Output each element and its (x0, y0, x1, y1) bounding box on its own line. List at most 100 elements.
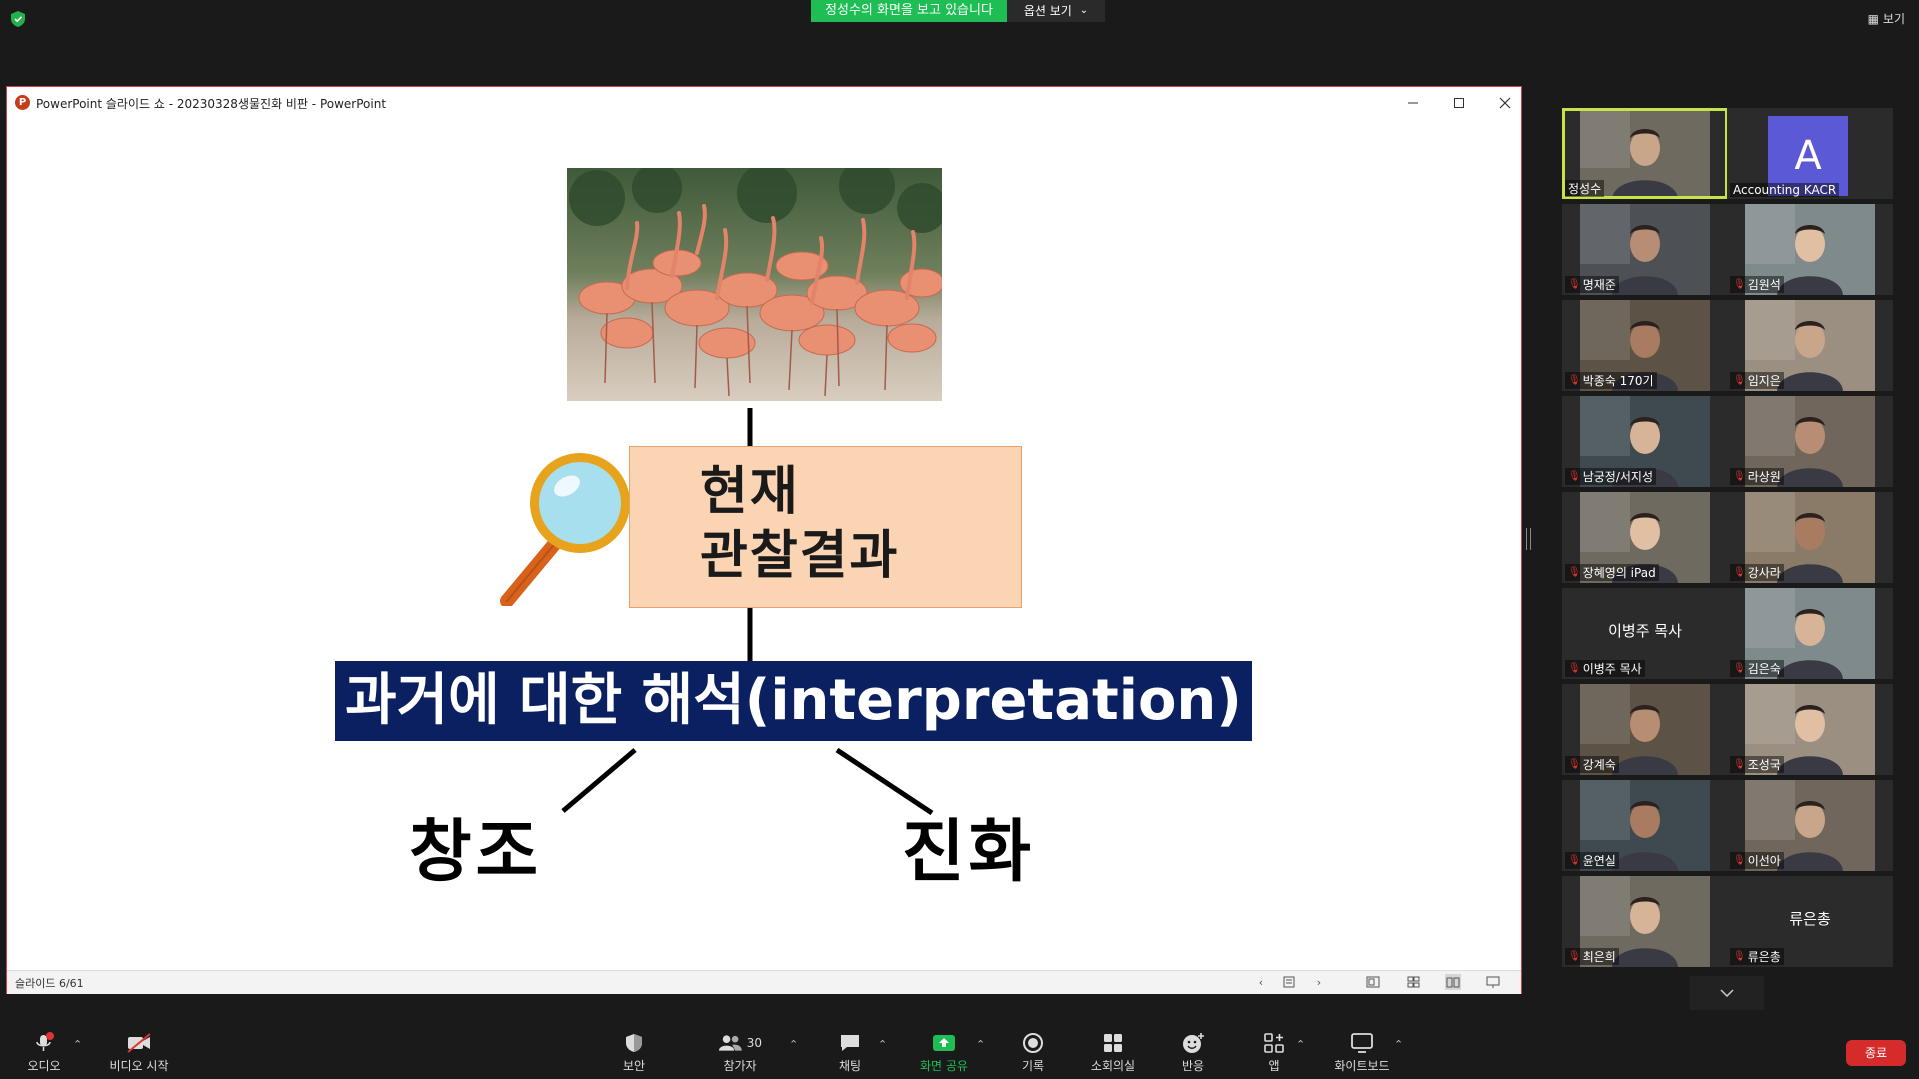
participant-name-label: 🎙 남궁정/서지성 (1565, 468, 1656, 485)
video-label: 비디오 시작 (109, 1059, 169, 1073)
participant-name-label: 🎙 박종숙 170기 (1565, 372, 1657, 389)
chat-options-caret[interactable]: ⌃ (878, 1038, 887, 1051)
participant-tile[interactable]: 🎙 조성국 (1727, 684, 1893, 775)
participant-tile[interactable]: 🎙 박종숙 170기 (1562, 300, 1728, 391)
chat-button[interactable]: 채팅 (828, 1032, 872, 1074)
participant-name-label: 🎙 윤연실 (1565, 852, 1619, 869)
gallery-view-icon: ▦ (1867, 11, 1879, 26)
chevron-down-icon (1720, 989, 1734, 997)
encryption-shield-icon[interactable] (11, 11, 25, 27)
breakout-rooms-button[interactable]: 소회의실 (1086, 1032, 1140, 1074)
slideshow-view-button[interactable] (1485, 974, 1501, 990)
participant-name: 라상원 (1747, 470, 1781, 484)
view-options-label: 옵션 보기 (1023, 4, 1072, 18)
share-options-caret[interactable]: ⌃ (976, 1038, 985, 1051)
video-off-icon (127, 1033, 151, 1053)
breakout-label: 소회의실 (1090, 1059, 1136, 1073)
reactions-button[interactable]: 반응 (1171, 1032, 1215, 1074)
powerpoint-icon: P (15, 95, 30, 110)
participant-name: Accounting KACR (1733, 183, 1837, 197)
normal-view-button[interactable] (1365, 974, 1381, 990)
participant-name: 최은희 (1582, 950, 1616, 964)
participant-tile[interactable]: 🎙 장혜영의 iPad (1562, 492, 1728, 583)
mic-muted-icon: 🎙 (1733, 375, 1746, 386)
whiteboard-options-caret[interactable]: ⌃ (1394, 1038, 1403, 1051)
mic-muted-icon: 🎙 (1733, 759, 1746, 770)
view-options-button[interactable]: 옵션 보기 ⌄ (1007, 0, 1105, 22)
participant-name-label: 🎙 류은총 (1730, 948, 1784, 965)
participant-name: 김은숙 (1747, 662, 1781, 676)
participant-tile[interactable]: 🎙 강사라 (1727, 492, 1893, 583)
participant-name: 강계숙 (1582, 758, 1616, 772)
presentation-icon (1486, 976, 1500, 988)
participant-tile[interactable]: 🎙 이선아 (1727, 780, 1893, 871)
participant-tile[interactable]: 정성수 (1562, 108, 1728, 199)
participant-display-name: 류은총 (1789, 910, 1831, 928)
end-meeting-button[interactable]: 종료 (1846, 1040, 1906, 1066)
slide-canvas[interactable]: 현재 관찰결과 과거에 대한 해석(interpretation) 창조 진화 (7, 118, 1521, 970)
participant-tile[interactable]: 🎙 명재준 (1562, 204, 1728, 295)
participant-tile[interactable]: 🎙 최은희 (1562, 876, 1728, 967)
participant-tile[interactable]: 🎙 김원석 (1727, 204, 1893, 295)
screen-share-banner: 정성수의 화면을 보고 있습니다 (811, 0, 1007, 22)
grid-icon (1407, 976, 1419, 988)
participant-tile[interactable]: A Accounting KACR (1727, 108, 1893, 199)
participant-tile[interactable]: 🎙 남궁정/서지성 (1562, 396, 1728, 487)
record-button[interactable]: 기록 (1011, 1032, 1055, 1074)
mic-muted-icon: 🎙 (1733, 951, 1746, 962)
participant-name-label: 🎙 강사라 (1730, 564, 1784, 581)
audio-button[interactable]: 오디오 (22, 1032, 66, 1074)
security-button[interactable]: 보안 (612, 1032, 656, 1074)
slide-sorter-button[interactable] (1405, 974, 1421, 990)
apps-label: 앱 (1268, 1059, 1280, 1073)
participant-tile[interactable]: 🎙 강계숙 (1562, 684, 1728, 775)
security-label: 보안 (622, 1059, 646, 1073)
apps-button[interactable]: 앱 (1252, 1032, 1296, 1074)
participant-tile[interactable]: 🎙 윤연실 (1562, 780, 1728, 871)
whiteboard-icon (1351, 1033, 1373, 1053)
participant-name: 이선아 (1747, 854, 1781, 868)
reactions-label: 반응 (1181, 1059, 1205, 1073)
participants-button[interactable]: 30 참가자 (718, 1032, 762, 1074)
mic-muted-icon: 🎙 (1568, 663, 1581, 674)
book-icon (1446, 977, 1460, 988)
gallery-scroll-down-button[interactable] (1690, 976, 1764, 1010)
apps-options-caret[interactable]: ⌃ (1296, 1038, 1305, 1051)
observation-text-line2: 관찰결과 (700, 526, 900, 586)
minimize-button[interactable] (1390, 87, 1436, 118)
slides-icon (1283, 976, 1295, 988)
next-slide-button[interactable]: › (1311, 974, 1327, 990)
slide-counter: 슬라이드 6/61 (15, 977, 84, 990)
audio-options-caret[interactable]: ⌃ (73, 1038, 82, 1051)
whiteboard-button[interactable]: 화이트보드 (1330, 1032, 1394, 1074)
record-icon (1023, 1033, 1043, 1053)
mic-muted-icon: 🎙 (1733, 663, 1746, 674)
participant-name-label: 🎙 이병주 목사 (1565, 660, 1645, 677)
share-screen-button[interactable]: 화면 공유 (916, 1032, 972, 1074)
apps-icon (1264, 1033, 1284, 1053)
participant-tile[interactable]: 🎙 김은숙 (1727, 588, 1893, 679)
chevron-left-icon: ‹ (1258, 975, 1264, 989)
close-button[interactable] (1482, 87, 1528, 118)
participant-tile[interactable]: 류은총 🎙 류은총 (1727, 876, 1893, 967)
reading-view-button[interactable] (1445, 974, 1461, 990)
mic-muted-icon: 🎙 (1568, 855, 1581, 866)
view-toggle-button[interactable]: ▦ 보기 (1868, 10, 1905, 27)
participant-name: 윤연실 (1582, 854, 1616, 868)
participants-options-caret[interactable]: ⌃ (789, 1038, 798, 1051)
mic-muted-icon: 🎙 (1568, 951, 1581, 962)
participant-name: 강사라 (1747, 566, 1781, 580)
start-video-button[interactable]: 비디오 시작 (104, 1032, 174, 1074)
participant-tile[interactable]: 이병주 목사 🎙 이병주 목사 (1562, 588, 1728, 679)
participant-tile[interactable]: 🎙 라상원 (1727, 396, 1893, 487)
evolution-label: 진화 (902, 813, 1036, 892)
ppt-titlebar: P PowerPoint 슬라이드 쇼 - 20230328생물진화 비판 - … (7, 87, 1521, 119)
chat-label: 채팅 (838, 1059, 862, 1073)
slide-menu-button[interactable] (1281, 974, 1297, 990)
chevron-down-icon: ⌄ (1079, 5, 1089, 16)
chat-icon (841, 1035, 859, 1051)
panel-splitter-handle[interactable] (1526, 528, 1531, 550)
maximize-button[interactable] (1436, 87, 1482, 118)
participant-tile[interactable]: 🎙 임지은 (1727, 300, 1893, 391)
previous-slide-button[interactable]: ‹ (1253, 974, 1269, 990)
